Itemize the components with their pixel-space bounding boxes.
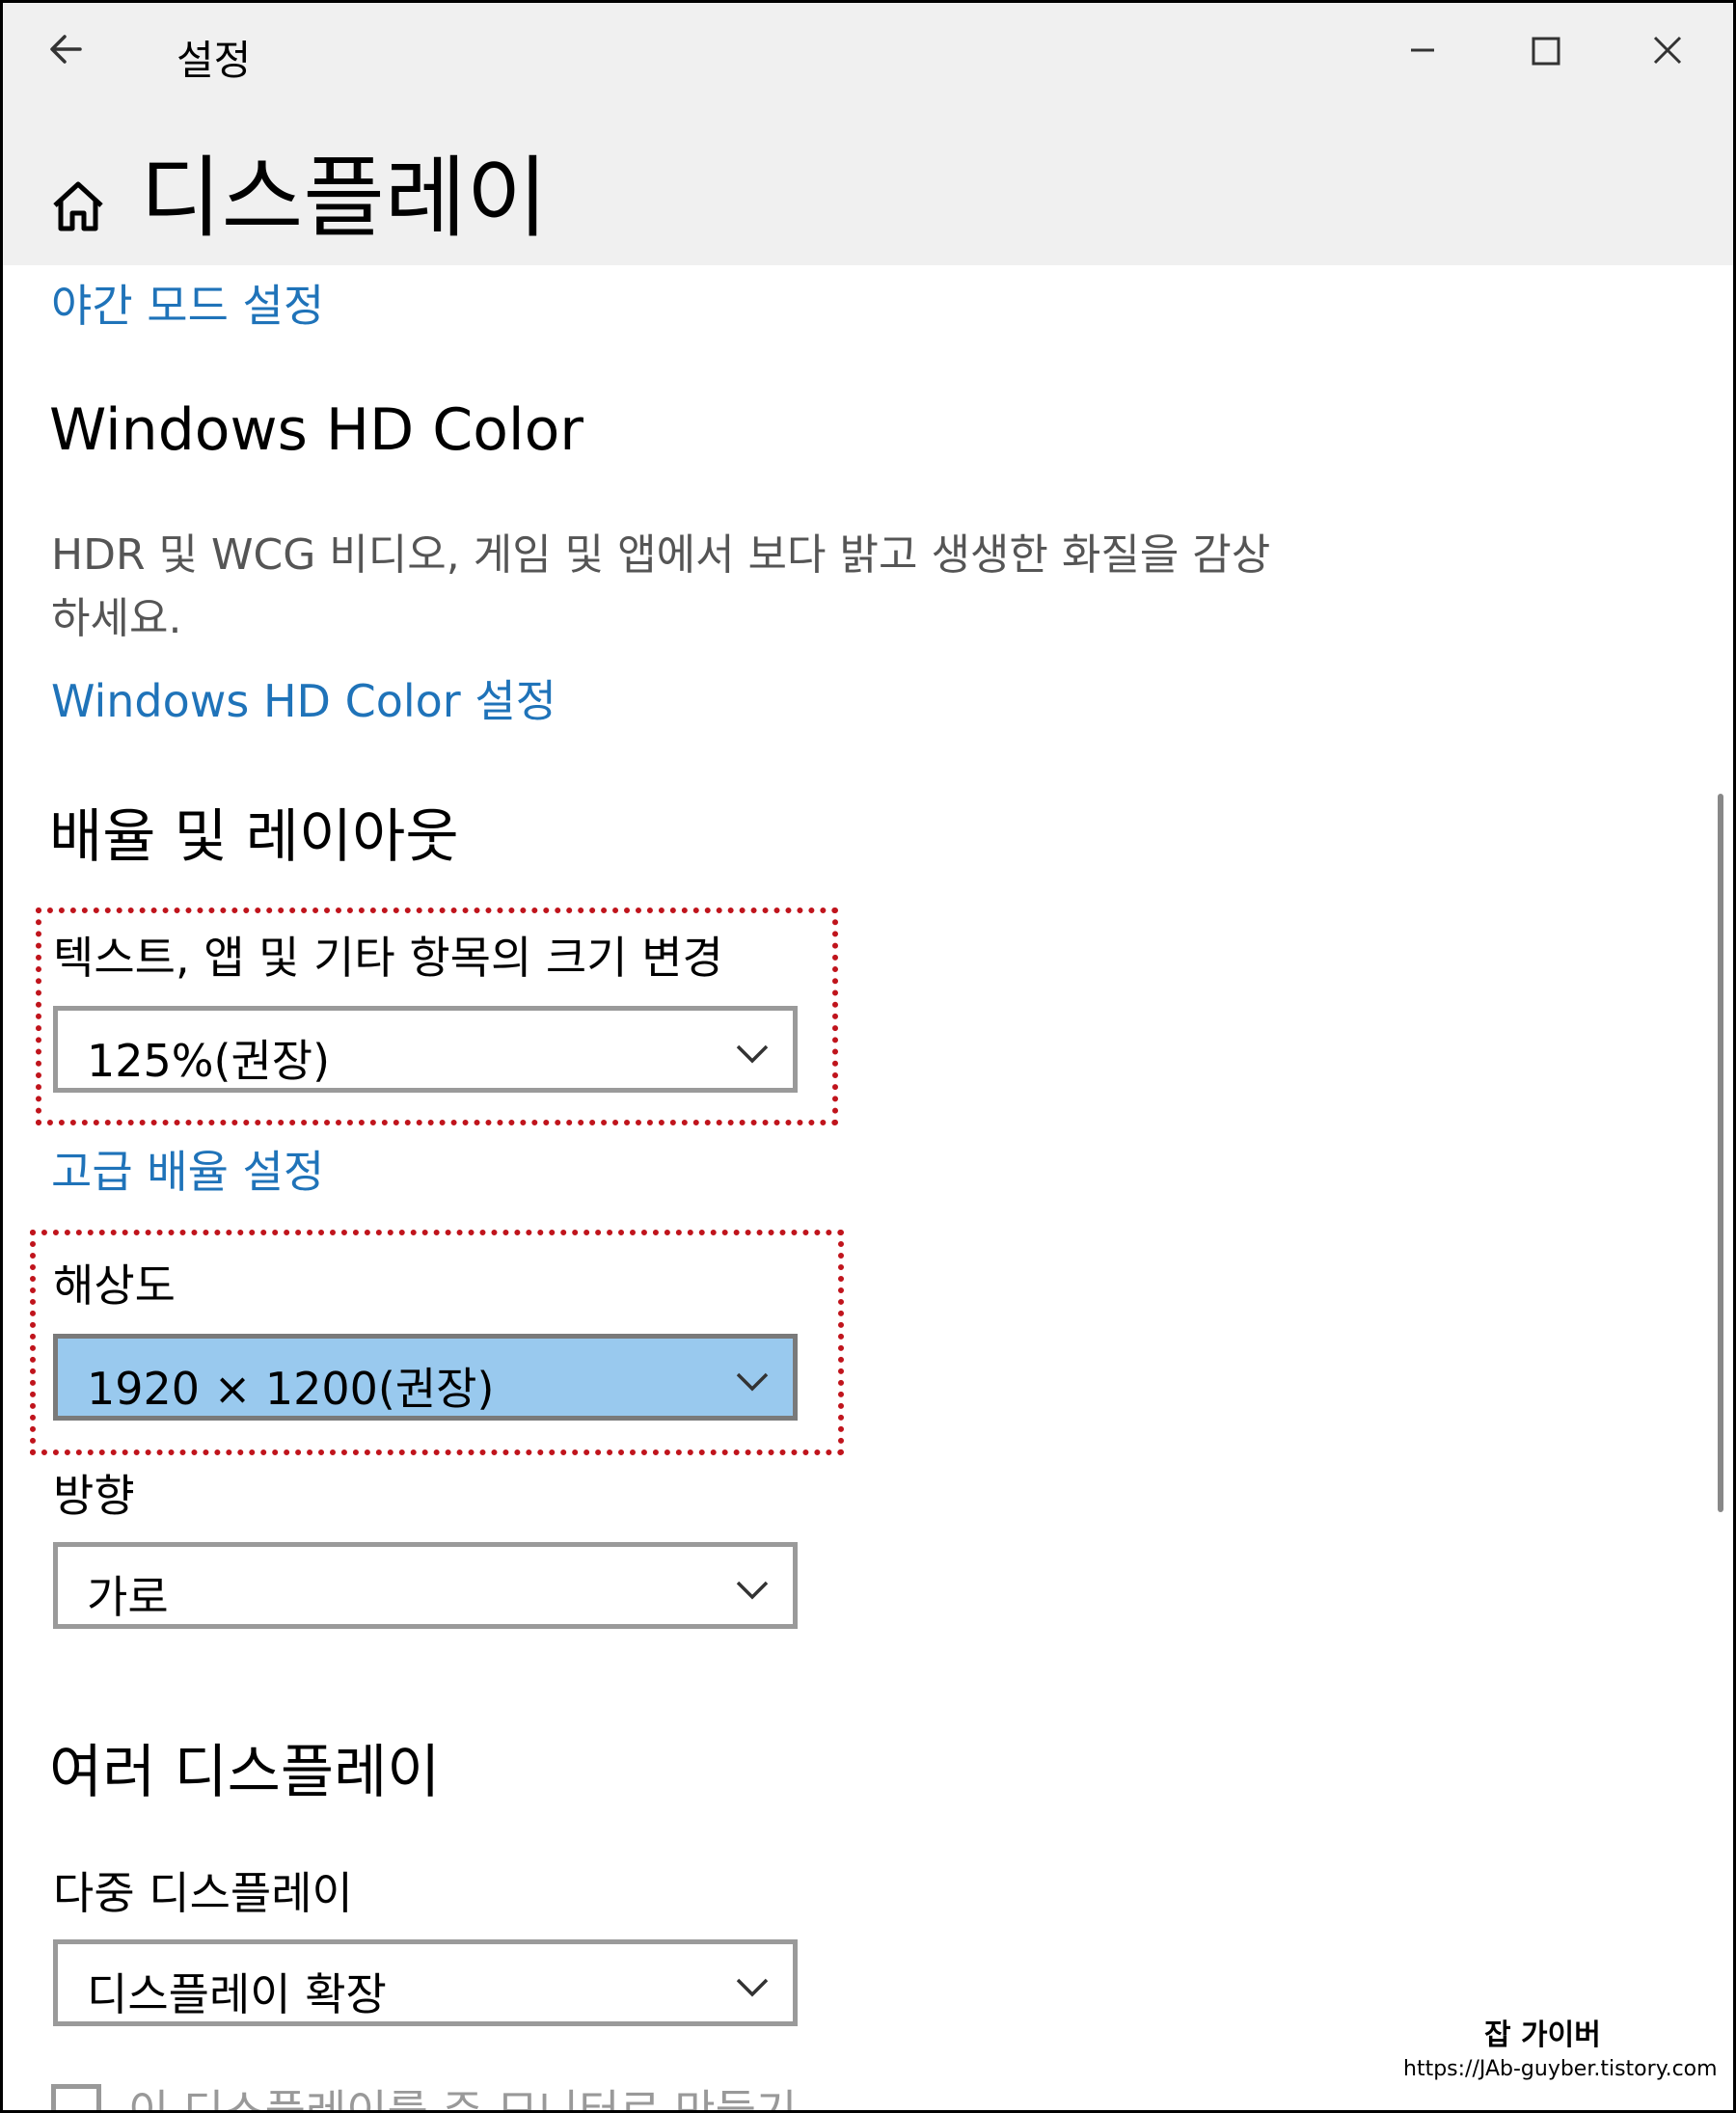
night-mode-settings-link[interactable]: 야간 모드 설정 xyxy=(51,271,324,335)
multi-display-label: 다중 디스플레이 xyxy=(53,1867,353,1919)
orientation-label: 방향 xyxy=(53,1470,135,1522)
chevron-down-icon xyxy=(736,1044,769,1064)
orientation-dropdown[interactable]: 가로 xyxy=(53,1542,798,1629)
resolution-label: 해상도 xyxy=(53,1260,176,1312)
advanced-scaling-link[interactable]: 고급 배율 설정 xyxy=(51,1137,324,1201)
title-bar: 설정 디스플레이 xyxy=(3,3,1733,265)
resolution-dropdown-value: 1920 × 1200(권장) xyxy=(87,1363,495,1415)
chevron-down-icon xyxy=(736,1581,769,1600)
multi-display-heading: 여러 디스플레이 xyxy=(49,1739,441,1806)
maximize-icon[interactable] xyxy=(1507,16,1585,84)
resolution-dropdown[interactable]: 1920 × 1200(권장) xyxy=(53,1334,798,1421)
hd-color-settings-link[interactable]: Windows HD Color 설정 xyxy=(51,666,556,730)
home-icon xyxy=(53,181,103,231)
chevron-down-icon xyxy=(736,1978,769,1997)
minimize-icon[interactable] xyxy=(1384,16,1461,84)
chevron-down-icon xyxy=(736,1372,769,1392)
back-arrow-icon[interactable] xyxy=(41,20,99,78)
main-display-checkbox-row[interactable]: 이 디스플레이를 주 모니터로 만들기 xyxy=(51,2076,919,2113)
close-icon[interactable] xyxy=(1629,16,1706,84)
settings-window: 설정 디스플레이 야간 모드 설정 Windows HD Color HDR 및… xyxy=(0,0,1736,2113)
orientation-dropdown-value: 가로 xyxy=(87,1571,169,1623)
scale-label: 텍스트, 앱 및 기타 항목의 크기 변경 xyxy=(53,932,723,984)
hd-color-description: HDR 및 WCG 비디오, 게임 및 앱에서 보다 밝고 생생한 화질을 감상… xyxy=(51,530,1271,643)
multi-display-dropdown-value: 디스플레이 확장 xyxy=(87,1968,387,2020)
scale-layout-heading: 배율 및 레이아웃 xyxy=(49,803,459,871)
app-title: 설정 xyxy=(176,37,252,84)
scrollbar-thumb[interactable] xyxy=(1718,794,1723,1512)
main-display-checkbox[interactable] xyxy=(51,2084,101,2110)
watermark-url: https://JAb-guyber.tistory.com xyxy=(1403,2057,1718,2081)
multi-display-dropdown[interactable]: 디스플레이 확장 xyxy=(53,1939,798,2026)
scale-dropdown-value: 125%(권장) xyxy=(87,1035,331,1087)
main-display-checkbox-label: 이 디스플레이를 주 모니터로 만들기 xyxy=(128,2085,798,2113)
page-title: 디스플레이 xyxy=(140,147,549,250)
watermark-name: 잡 가이버 xyxy=(1484,2018,1601,2052)
scale-dropdown[interactable]: 125%(권장) xyxy=(53,1006,798,1093)
hd-color-heading: Windows HD Color xyxy=(49,396,583,464)
